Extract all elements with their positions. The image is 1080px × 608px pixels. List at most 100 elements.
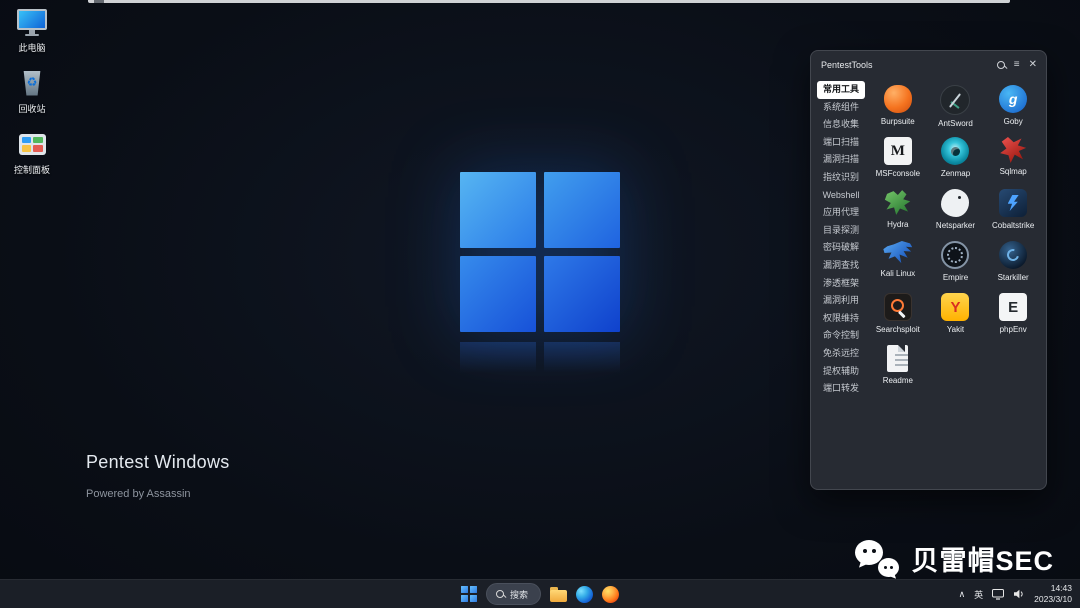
tool-phpenv[interactable]: EphpEnv bbox=[984, 289, 1042, 341]
empire-icon bbox=[941, 241, 969, 269]
windows-logo-reflection bbox=[460, 342, 620, 378]
tool-hydra[interactable]: Hydra bbox=[869, 185, 927, 237]
tool-zenmap[interactable]: Zenmap bbox=[927, 133, 985, 185]
desktop-icons: 此电脑 ♻ 回收站控制面板 bbox=[4, 6, 60, 176]
sidebar-category-8[interactable]: 目录探测 bbox=[817, 222, 865, 240]
firefox-browser-icon[interactable] bbox=[602, 586, 619, 603]
sidebar-category-11[interactable]: 渗透框架 bbox=[817, 275, 865, 293]
tool-label: Netsparker bbox=[936, 221, 975, 230]
windows-logo-pane bbox=[544, 172, 620, 248]
phpenv-icon: E bbox=[999, 293, 1027, 321]
tool-label: AntSword bbox=[938, 119, 973, 128]
remote-toolbar[interactable] bbox=[88, 0, 1010, 3]
zenmap-icon bbox=[941, 137, 969, 165]
windows-logo-pane bbox=[544, 256, 620, 332]
windows-logo bbox=[460, 172, 620, 332]
clock[interactable]: 14:43 2023/3/10 bbox=[1034, 583, 1072, 605]
sidebar-category-2[interactable]: 信息收集 bbox=[817, 116, 865, 134]
tool-sqlmap[interactable]: Sqlmap bbox=[984, 133, 1042, 185]
tool-label: Cobaltstrike bbox=[992, 221, 1034, 230]
clock-date: 2023/3/10 bbox=[1034, 594, 1072, 605]
hydra-icon bbox=[884, 189, 911, 216]
window-body: 常用工具系统组件信息收集端口扫描漏洞扫描指纹识别Webshell应用代理目录探测… bbox=[811, 77, 1046, 489]
tool-label: Searchsploit bbox=[876, 325, 920, 334]
tool-msfconsole[interactable]: MMSFconsole bbox=[869, 133, 927, 185]
edge-browser-icon[interactable] bbox=[576, 586, 593, 603]
sqlmap-icon bbox=[1000, 137, 1026, 163]
taskbar-search[interactable]: 搜索 bbox=[486, 583, 541, 605]
taskbar: 搜索 ∧ 英 14:43 2023/3/10 bbox=[0, 579, 1080, 608]
antsword-icon bbox=[940, 85, 970, 115]
tool-label: phpEnv bbox=[1000, 325, 1027, 334]
windows-logo-pane bbox=[460, 172, 536, 248]
sidebar-category-13[interactable]: 权限维持 bbox=[817, 310, 865, 328]
starkiller-icon bbox=[999, 241, 1027, 269]
cobaltstrike-icon bbox=[999, 189, 1027, 217]
tool-label: Goby bbox=[1004, 117, 1023, 126]
sidebar-category-6[interactable]: Webshell bbox=[817, 187, 865, 205]
sidebar-category-16[interactable]: 提权辅助 bbox=[817, 363, 865, 381]
this-pc-icon bbox=[16, 6, 48, 38]
tool-searchsploit[interactable]: Searchsploit bbox=[869, 289, 927, 341]
yakit-icon: Y bbox=[941, 293, 969, 321]
desktop-icon-control-panel[interactable]: 控制面板 bbox=[4, 128, 60, 176]
ime-language-indicator[interactable]: 英 bbox=[974, 588, 983, 601]
tool-goby[interactable]: gGoby bbox=[984, 81, 1042, 133]
sidebar-category-17[interactable]: 端口转发 bbox=[817, 380, 865, 398]
tool-label: Sqlmap bbox=[1000, 167, 1027, 176]
tool-starkiller[interactable]: Starkiller bbox=[984, 237, 1042, 289]
tool-antsword[interactable]: AntSword bbox=[927, 81, 985, 133]
window-title: PentestTools bbox=[821, 60, 873, 70]
sidebar-category-9[interactable]: 密码破解 bbox=[817, 239, 865, 257]
sidebar-category-15[interactable]: 免杀远控 bbox=[817, 345, 865, 363]
recycle-bin-icon: ♻ bbox=[16, 67, 48, 99]
pentesttools-window: PentestTools ≡ ✕ 常用工具系统组件信息收集端口扫描漏洞扫描指纹识… bbox=[810, 50, 1047, 490]
wechat-icon bbox=[855, 540, 901, 577]
search-label: 搜索 bbox=[510, 588, 528, 601]
burpsuite-icon bbox=[884, 85, 912, 113]
desktop-icon-recycle-bin[interactable]: ♻ 回收站 bbox=[4, 67, 60, 115]
tool-yakit[interactable]: Y Yakit bbox=[927, 289, 985, 341]
netsparker-icon bbox=[941, 189, 969, 217]
window-titlebar[interactable]: PentestTools ≡ ✕ bbox=[811, 51, 1046, 77]
tool-label: Starkiller bbox=[998, 273, 1029, 282]
tool-readme[interactable]: Readme bbox=[869, 341, 927, 393]
watermark: 贝雷帽SEC bbox=[855, 539, 1054, 578]
menu-icon[interactable]: ≡ bbox=[1014, 60, 1020, 70]
tool-label: Yakit bbox=[947, 325, 964, 334]
sidebar-category-5[interactable]: 指纹识别 bbox=[817, 169, 865, 187]
sidebar-category-7[interactable]: 应用代理 bbox=[817, 204, 865, 222]
tool-netsparker[interactable]: Netsparker bbox=[927, 185, 985, 237]
tool-label: Hydra bbox=[887, 220, 908, 229]
tool-label: Empire bbox=[943, 273, 968, 282]
file-explorer-icon[interactable] bbox=[550, 587, 567, 602]
sidebar-category-14[interactable]: 命令控制 bbox=[817, 327, 865, 345]
volume-icon[interactable] bbox=[1013, 589, 1025, 599]
sidebar-category-4[interactable]: 漏洞扫描 bbox=[817, 151, 865, 169]
desktop-subtitle: Powered by Assassin bbox=[86, 488, 191, 500]
tool-label: MSFconsole bbox=[876, 169, 920, 178]
desktop-icon-this-pc[interactable]: 此电脑 bbox=[4, 6, 60, 54]
search-icon bbox=[496, 590, 504, 598]
taskbar-center: 搜索 bbox=[461, 583, 619, 605]
sidebar-category-3[interactable]: 端口扫描 bbox=[817, 134, 865, 152]
tool-cobaltstrike[interactable]: Cobaltstrike bbox=[984, 185, 1042, 237]
search-icon[interactable] bbox=[997, 61, 1005, 69]
desktop-icon-label: 此电脑 bbox=[18, 41, 45, 54]
tool-label: Kali Linux bbox=[880, 269, 915, 278]
desktop-icon-label: 回收站 bbox=[18, 102, 45, 115]
sidebar-category-1[interactable]: 系统组件 bbox=[817, 99, 865, 117]
sidebar-category-12[interactable]: 漏洞利用 bbox=[817, 292, 865, 310]
clock-time: 14:43 bbox=[1051, 583, 1072, 594]
readme-icon bbox=[887, 345, 908, 372]
sidebar-category-10[interactable]: 漏洞查找 bbox=[817, 257, 865, 275]
tool-kali[interactable]: Kali Linux bbox=[869, 237, 927, 289]
close-icon[interactable]: ✕ bbox=[1029, 60, 1037, 70]
start-button[interactable] bbox=[461, 586, 477, 602]
tool-empire[interactable]: Empire bbox=[927, 237, 985, 289]
tool-burpsuite[interactable]: Burpsuite bbox=[869, 81, 927, 133]
hidden-icons-chevron[interactable]: ∧ bbox=[959, 589, 966, 600]
sidebar-category-0[interactable]: 常用工具 bbox=[817, 81, 865, 99]
network-icon[interactable] bbox=[992, 589, 1004, 600]
kali-icon bbox=[883, 241, 912, 265]
